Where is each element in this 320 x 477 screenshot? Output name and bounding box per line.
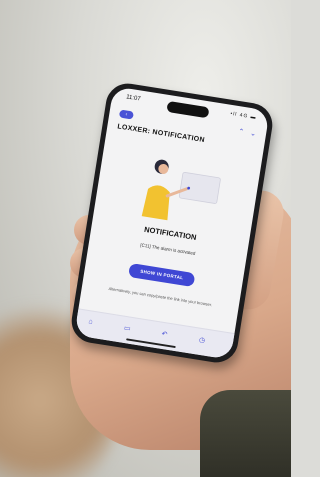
reply-icon[interactable]: ↶ — [161, 330, 168, 339]
status-icons: •ll 4G ▬ — [229, 110, 257, 121]
show-in-portal-button[interactable]: SHOW IN PORTAL — [128, 262, 196, 288]
home-indicator — [126, 338, 176, 349]
sleeve — [200, 390, 291, 477]
trash-icon[interactable]: ⌂ — [88, 318, 93, 326]
person-illustration — [141, 159, 221, 221]
compose-icon[interactable]: ◷ — [198, 336, 205, 345]
folder-icon[interactable]: ▭ — [123, 324, 131, 333]
back-button[interactable]: ‹ — [118, 109, 134, 120]
chevron-up-icon[interactable]: ⌃ — [238, 127, 245, 136]
chevron-down-icon[interactable]: ⌄ — [250, 129, 257, 138]
alternative-link-text: Alternatively, you can copy/paste the li… — [108, 285, 213, 308]
status-time: 11:07 — [125, 94, 141, 103]
phone-screen: 11:07 •ll 4G ▬ ‹ ⌃ ⌄ LOXXER: NOTIFICATIO… — [74, 86, 270, 360]
photo-scene: 11:07 •ll 4G ▬ ‹ ⌃ ⌄ LOXXER: NOTIFICATIO… — [0, 0, 291, 477]
dynamic-island — [166, 100, 210, 119]
